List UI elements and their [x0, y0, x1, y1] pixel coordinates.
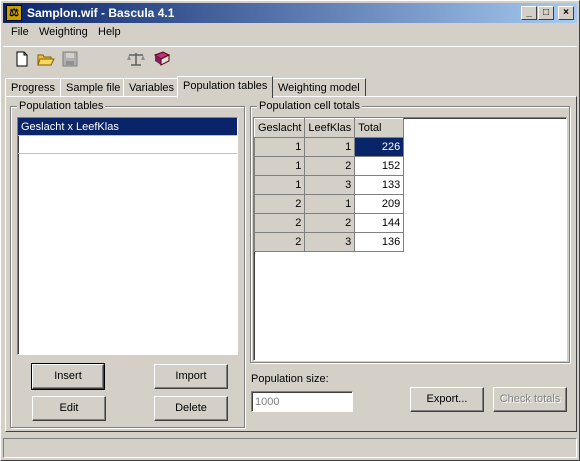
grid-cell: 1 [304, 194, 356, 214]
title-bar[interactable]: ⚖ Samplon.wif - Bascula 4.1 _ □ × [3, 3, 577, 23]
save-disk-icon[interactable] [61, 51, 79, 69]
table-row[interactable]: 1 3 133 [253, 175, 405, 195]
grid-cell: 1 [253, 175, 306, 195]
scales-icon[interactable] [127, 51, 145, 69]
population-size-field[interactable] [251, 391, 353, 412]
cell-totals-grid[interactable]: Geslacht LeefKlas Total 1 1 226 1 2 152 [253, 118, 405, 252]
grid-header-geslacht[interactable]: Geslacht [253, 118, 306, 138]
grid-cell: 3 [304, 175, 356, 195]
list-item-empty[interactable] [18, 136, 237, 154]
menu-file[interactable]: File [6, 26, 34, 38]
grid-cell: 1 [304, 137, 356, 157]
minimize-button[interactable]: _ [521, 6, 537, 20]
check-totals-button[interactable]: Check totals [493, 387, 567, 412]
population-cell-totals-group: Population cell totals Geslacht LeefKlas… [250, 100, 570, 363]
tab-population-tables[interactable]: Population tables [177, 76, 274, 98]
population-tables-list[interactable]: Geslacht x LeefKlas [17, 117, 238, 355]
table-row[interactable]: 2 3 136 [253, 232, 405, 252]
table-row[interactable]: 2 1 209 [253, 194, 405, 214]
tab-sample-file[interactable]: Sample file [60, 78, 127, 97]
maximize-button[interactable]: □ [538, 6, 554, 20]
close-button[interactable]: × [558, 6, 574, 20]
population-tables-group: Population tables Geslacht x LeefKlas In… [10, 100, 245, 428]
table-row[interactable]: 1 1 226 [253, 137, 405, 157]
table-row[interactable]: 2 2 144 [253, 213, 405, 233]
export-button[interactable]: Export... [410, 387, 484, 412]
status-bar [3, 438, 577, 458]
grid-cell: 2 [304, 156, 356, 176]
grid-cell-total[interactable]: 133 [354, 175, 405, 195]
grid-header-total[interactable]: Total [354, 118, 405, 138]
population-tables-label: Population tables [17, 100, 106, 112]
book-icon[interactable] [153, 51, 171, 69]
grid-cell: 2 [253, 213, 306, 233]
insert-button[interactable]: Insert [31, 363, 105, 390]
grid-cell-total[interactable]: 152 [354, 156, 405, 176]
scales-icon[interactable]: ⚖ [6, 5, 22, 21]
grid-cell: 1 [253, 137, 306, 157]
new-file-icon[interactable] [13, 51, 31, 69]
menu-help[interactable]: Help [93, 26, 126, 38]
delete-button[interactable]: Delete [154, 396, 228, 421]
menu-weighting[interactable]: Weighting [34, 26, 93, 38]
import-button[interactable]: Import [154, 364, 228, 389]
population-cell-totals-label: Population cell totals [257, 100, 362, 112]
cell-totals-grid-area[interactable]: Geslacht LeefKlas Total 1 1 226 1 2 152 [253, 117, 567, 361]
grid-cell-total[interactable]: 144 [354, 213, 405, 233]
grid-cell: 2 [304, 213, 356, 233]
grid-cell: 2 [253, 232, 306, 252]
toolbar [3, 46, 577, 72]
grid-cell: 1 [253, 156, 306, 176]
tab-variables[interactable]: Variables [123, 78, 181, 97]
grid-cell-total[interactable]: 136 [354, 232, 405, 252]
grid-cell-total[interactable]: 209 [354, 194, 405, 214]
edit-button[interactable]: Edit [32, 396, 106, 421]
window-title: Samplon.wif - Bascula 4.1 [27, 6, 175, 20]
list-item[interactable]: Geslacht x LeefKlas [18, 118, 237, 136]
population-tables-panel: Population tables Geslacht x LeefKlas In… [5, 96, 577, 432]
grid-cell-total[interactable]: 226 [354, 137, 405, 157]
grid-cell: 2 [253, 194, 306, 214]
grid-cell: 3 [304, 232, 356, 252]
menu-bar: File Weighting Help [3, 24, 577, 42]
application-window: ⚖ Samplon.wif - Bascula 4.1 _ □ × File W… [0, 0, 580, 461]
tab-weighting-model[interactable]: Weighting model [272, 78, 366, 97]
tab-strip: Progress Sample file Variables Populatio… [5, 76, 577, 98]
open-folder-icon[interactable] [37, 51, 55, 69]
table-row[interactable]: 1 2 152 [253, 156, 405, 176]
tab-progress[interactable]: Progress [5, 78, 62, 97]
population-size-label: Population size: [251, 373, 329, 385]
grid-header-leefklas[interactable]: LeefKlas [304, 118, 356, 138]
grid-header-row: Geslacht LeefKlas Total [253, 118, 405, 138]
